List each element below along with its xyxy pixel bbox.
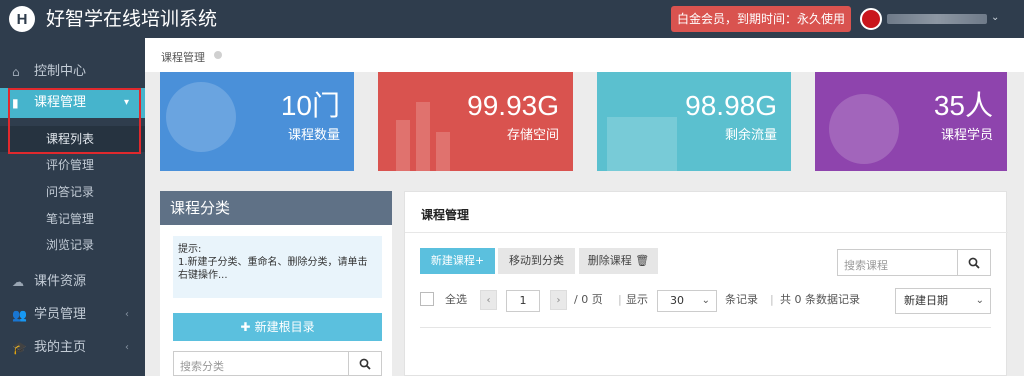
sort-value: 新建日期 bbox=[904, 294, 948, 307]
sidebar-subitem-qa[interactable]: 问答记录 bbox=[0, 179, 145, 205]
vip-status-badge[interactable]: 白金会员，到期时间：永久使用 bbox=[671, 6, 851, 32]
chevron-down-icon[interactable]: ⌄ bbox=[991, 12, 999, 23]
sidebar-subitem-notes[interactable]: 笔记管理 bbox=[0, 206, 145, 232]
page-total: / 0 页 bbox=[574, 293, 603, 306]
search-icon bbox=[968, 257, 980, 269]
pagination-bar: 全选 ‹ 1 › / 0 页 | 显示 30 ⌄ 条记录 | 共 0 条数据记录 bbox=[420, 290, 890, 312]
sidebar-item-label: 控制中心 bbox=[34, 64, 87, 79]
records-unit: 条记录 bbox=[725, 293, 758, 306]
separator: | bbox=[618, 293, 622, 306]
plus-icon: ✚ bbox=[240, 320, 255, 334]
records-total: 共 0 条数据记录 bbox=[780, 293, 860, 306]
cloud-icon: ☁ bbox=[12, 275, 24, 289]
category-panel-title: 课程分类 bbox=[160, 191, 392, 225]
sidebar-item-dashboard[interactable]: ⌂ 控制中心 bbox=[0, 57, 145, 87]
sidebar-subitem-history[interactable]: 浏览记录 bbox=[0, 232, 145, 258]
separator: | bbox=[770, 293, 774, 306]
sort-select[interactable]: 新建日期 ⌄ bbox=[895, 288, 991, 314]
top-bar: H 好智学在线培训系统 白金会员，到期时间：永久使用 ⌄ bbox=[0, 0, 1024, 38]
panel-title: 课程管理 bbox=[421, 208, 470, 222]
stat-value: 98.98G bbox=[685, 90, 777, 121]
select-all-checkbox[interactable] bbox=[420, 292, 434, 306]
bar-chart-icon bbox=[396, 120, 410, 171]
chevron-left-icon: ‹ bbox=[125, 309, 129, 320]
sidebar-item-resources[interactable]: ☁ 课件资源 bbox=[0, 267, 145, 297]
page-size-select[interactable]: 30 ⌄ bbox=[657, 290, 717, 312]
tip-box: 提示: 1.新建子分类、重命名、删除分类，请单击右键操作... bbox=[173, 236, 382, 298]
highlight-annotation bbox=[8, 88, 141, 154]
tip-title: 提示: bbox=[178, 244, 202, 255]
dot-icon bbox=[214, 51, 222, 59]
stat-label: 课程学员 bbox=[940, 128, 993, 143]
show-label: 显示 bbox=[626, 293, 648, 306]
category-search-input[interactable]: 搜索分类 bbox=[173, 351, 382, 376]
select-all-label[interactable]: 全选 bbox=[445, 290, 467, 310]
course-management-panel: 课程管理 新建课程+ 移动到分类 删除课程 🗑 搜索课程 全选 ‹ 1 › / … bbox=[404, 191, 1008, 376]
page-number-input[interactable]: 1 bbox=[506, 290, 540, 312]
delete-course-button[interactable]: 删除课程 🗑 bbox=[579, 248, 658, 274]
stat-card-storage: 99.93G 存储空间 bbox=[378, 72, 573, 171]
prev-page-button[interactable]: ‹ bbox=[480, 290, 497, 310]
course-search-input[interactable]: 搜索课程 bbox=[837, 249, 991, 276]
category-panel: 课程分类 提示: 1.新建子分类、重命名、删除分类，请单击右键操作... ✚ 新… bbox=[160, 191, 392, 376]
search-placeholder: 搜索课程 bbox=[844, 259, 888, 272]
breadcrumb: 课程管理 bbox=[145, 38, 1024, 72]
username-blurred[interactable] bbox=[887, 14, 987, 24]
app-title: 好智学在线培训系统 bbox=[46, 8, 218, 30]
stat-label: 课程数量 bbox=[287, 128, 340, 143]
sidebar-item-label: 我的主页 bbox=[34, 340, 87, 355]
sidebar-item-students[interactable]: 👥 学员管理 ‹ bbox=[0, 300, 145, 330]
new-course-button[interactable]: 新建课程+ bbox=[420, 248, 495, 274]
sidebar-item-label: 课件资源 bbox=[34, 274, 87, 289]
stat-label: 存储空间 bbox=[506, 128, 559, 143]
divider bbox=[405, 232, 1008, 233]
new-root-directory-button[interactable]: ✚ 新建根目录 bbox=[173, 313, 382, 341]
stat-card-courses: 10门 课程数量 bbox=[160, 72, 354, 171]
move-to-category-button[interactable]: 移动到分类 bbox=[498, 248, 575, 274]
stat-card-students: 35人 课程学员 bbox=[815, 72, 1007, 171]
chat-bubble-icon bbox=[166, 82, 236, 152]
sidebar-item-label: 学员管理 bbox=[34, 307, 87, 322]
sidebar-item-home[interactable]: 🎓 我的主页 ‹ bbox=[0, 333, 145, 363]
next-page-button[interactable]: › bbox=[550, 290, 567, 310]
user-avatar[interactable] bbox=[860, 8, 882, 30]
users-icon: 👥 bbox=[12, 308, 27, 322]
new-root-label: 新建根目录 bbox=[254, 320, 315, 334]
search-icon bbox=[359, 358, 371, 370]
stat-value: 35人 bbox=[933, 90, 993, 121]
stat-value: 10门 bbox=[280, 90, 340, 121]
search-placeholder: 搜索分类 bbox=[180, 360, 224, 373]
page-size-value: 30 bbox=[670, 294, 684, 307]
stat-label: 剩余流量 bbox=[724, 128, 777, 143]
logo-icon: H bbox=[9, 6, 35, 32]
stat-card-traffic: 98.98G 剩余流量 bbox=[597, 72, 791, 171]
trash-icon: 🗑 bbox=[635, 254, 650, 267]
graduation-cap-icon: 🎓 bbox=[12, 341, 27, 355]
globe-icon bbox=[829, 94, 899, 164]
breadcrumb-item[interactable]: 课程管理 bbox=[161, 49, 205, 65]
chevron-left-icon: ‹ bbox=[125, 342, 129, 353]
home-icon: ⌂ bbox=[12, 65, 20, 79]
monitor-icon bbox=[607, 117, 677, 171]
delete-label: 删除课程 bbox=[587, 254, 632, 267]
chevron-down-icon: ⌄ bbox=[701, 295, 710, 306]
divider bbox=[420, 327, 991, 328]
search-button[interactable] bbox=[348, 352, 381, 375]
search-button[interactable] bbox=[957, 250, 990, 275]
tip-body: 1.新建子分类、重命名、删除分类，请单击右键操作... bbox=[178, 257, 368, 281]
chevron-down-icon: ⌄ bbox=[975, 295, 984, 306]
stat-value: 99.93G bbox=[467, 90, 559, 121]
sidebar-subitem-reviews[interactable]: 评价管理 bbox=[0, 152, 145, 178]
